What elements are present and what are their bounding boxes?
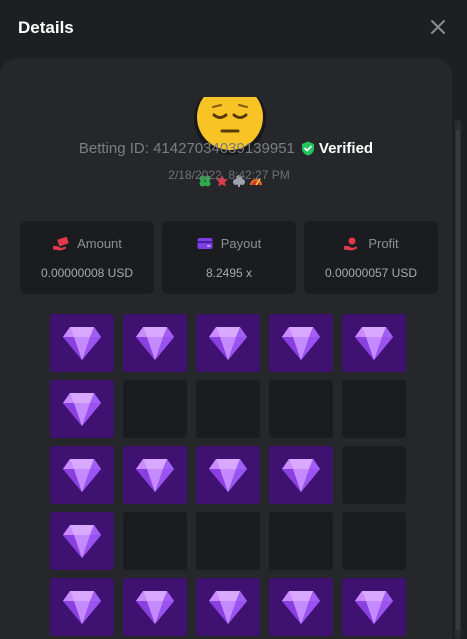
coin-hand-icon [344,237,358,250]
gem-icon [282,591,320,624]
gem-icon [63,393,101,426]
empty-tile [196,380,260,438]
gem-icon [136,459,174,492]
gem-icon [63,525,101,558]
gem-tile [196,446,260,504]
gem-tile [123,446,187,504]
gem-icon [209,459,247,492]
details-modal: Details Betting ID: 41427034039139951 Ve… [0,0,467,639]
gem-icon [63,591,101,624]
verified-badge: Verified [301,140,373,157]
stat-payout-value: 8.2495 x [205,266,253,280]
empty-tile [196,512,260,570]
empty-tile [342,512,406,570]
gem-icon [136,591,174,624]
stat-amount: Amount 0.00000008 USD [20,221,154,294]
gem-tile [196,314,260,372]
gem-tile [50,512,114,570]
betting-id: Betting ID: 41427034039139951 [78,140,295,157]
stat-payout-label: Payout [220,236,262,251]
modal-title: Details [18,18,74,37]
gem-tile [50,380,114,438]
shield-check-icon [301,141,314,156]
mines-board [50,314,406,636]
gem-tile [123,314,187,372]
gem-tile [269,578,333,636]
gem-tile [50,314,114,372]
gem-icon [282,327,320,360]
gem-icon [63,459,101,492]
gem-icon [136,327,174,360]
gem-tile [196,578,260,636]
stat-amount-label: Amount [77,236,122,251]
gem-icon [282,459,320,492]
gem-icon [63,327,101,360]
gem-tile [269,314,333,372]
scrollbar-thumb[interactable] [456,130,460,630]
betting-id-row: Betting ID: 41427034039139951 Verified [0,140,452,157]
empty-tile [342,380,406,438]
stat-profit-value: 0.00000057 USD [324,266,418,280]
wallet-icon [197,238,213,249]
bet-date: 2/18/2022, 8:42:27 PM [168,168,290,182]
close-icon[interactable] [429,18,447,36]
gem-tile [123,578,187,636]
gem-icon [209,591,247,624]
empty-tile [123,512,187,570]
gem-tile [50,446,114,504]
gem-icon [355,327,393,360]
gem-tile [269,446,333,504]
modal-header: Details [0,0,467,58]
gem-tile [50,578,114,636]
empty-tile [269,512,333,570]
empty-tile [123,380,187,438]
details-card: Betting ID: 41427034039139951 Verified 2… [0,58,452,639]
stat-payout: Payout 8.2495 x [162,221,296,294]
gem-tile [342,578,406,636]
verified-label: Verified [318,140,374,157]
stat-profit-label: Profit [368,236,399,251]
money-hand-icon [53,236,69,250]
empty-tile [269,380,333,438]
gem-icon [209,327,247,360]
empty-tile [342,446,406,504]
stat-profit: Profit 0.00000057 USD [304,221,438,294]
stat-amount-value: 0.00000008 USD [40,266,134,280]
gem-tile [342,314,406,372]
gem-icon [355,591,393,624]
